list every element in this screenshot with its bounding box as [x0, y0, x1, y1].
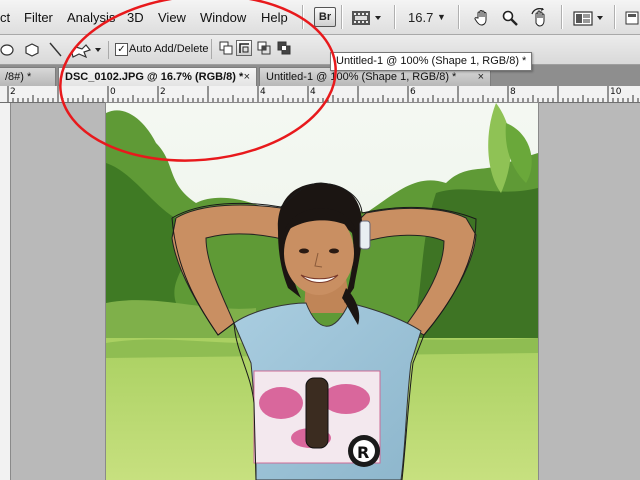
- auto-add-delete-checkbox[interactable]: ✓: [115, 43, 128, 56]
- intersect-shapes-icon: [257, 41, 271, 55]
- ruler-label: 8: [510, 87, 516, 97]
- horizontal-ruler[interactable]: [0, 86, 640, 103]
- menu-help[interactable]: Help: [261, 10, 288, 25]
- workspace-icon: [625, 11, 639, 25]
- rotate-view-button[interactable]: [526, 6, 554, 30]
- workspace-button[interactable]: [622, 6, 640, 30]
- tab-label: Untitled-1 @ 100% (Shape 1, RGB/8) *: [266, 71, 457, 83]
- screen-mode-icon: [573, 11, 603, 26]
- zoom-tool-button[interactable]: [498, 6, 522, 30]
- subtract-shapes-icon: [239, 43, 249, 53]
- tab-dsc-0102[interactable]: DSC_0102.JPG @ 16.7% (RGB/8) * ×: [58, 67, 257, 86]
- intersect-shapes-button[interactable]: [256, 40, 272, 56]
- menubar-separator: [561, 5, 563, 29]
- menu-analysis[interactable]: Analysis: [67, 10, 115, 25]
- exclude-shapes-icon: [277, 41, 291, 55]
- exclude-shapes-button[interactable]: [276, 40, 292, 56]
- menu-view[interactable]: View: [158, 10, 186, 25]
- ruler-label: 2: [160, 87, 166, 97]
- tab-label: /8#) *: [5, 71, 32, 83]
- document-tooltip: Untitled-1 @ 100% (Shape 1, RGB/8) *: [330, 52, 533, 71]
- tab-previous-document[interactable]: /8#) *: [0, 67, 56, 86]
- vertical-ruler[interactable]: [0, 103, 11, 480]
- ruler-label: 4: [310, 87, 316, 97]
- menubar-separator: [614, 5, 616, 29]
- ruler-label: 4: [260, 87, 266, 97]
- custom-shape-tool-icon: [71, 44, 92, 59]
- arrange-documents-button[interactable]: [348, 6, 386, 30]
- menubar-separator: [341, 5, 343, 29]
- auto-add-delete-label: Auto Add/Delete: [129, 43, 209, 55]
- hand-tool-button[interactable]: [470, 6, 494, 30]
- line-tool-icon: [49, 42, 62, 57]
- ruler-label: 10: [610, 87, 622, 97]
- menu-window[interactable]: Window: [200, 10, 246, 25]
- zoom-dropdown-caret[interactable]: ▼: [437, 12, 446, 22]
- tab-label: DSC_0102.JPG @ 16.7% (RGB/8) *: [65, 71, 244, 83]
- ruler-ticks: [7, 86, 639, 102]
- hand-tool-icon: [474, 10, 487, 26]
- menubar-separator: [458, 5, 460, 29]
- document-canvas[interactable]: R: [106, 103, 538, 480]
- ellipse-tool-icon: [0, 44, 14, 56]
- rotate-view-icon: [531, 8, 545, 27]
- photo-image: R: [106, 103, 538, 480]
- screen-mode-button[interactable]: [570, 6, 608, 30]
- options-bar: [0, 35, 640, 65]
- shape-tool-group: [0, 41, 109, 59]
- menu-bar: ct Filter Analysis 3D View Window Help B…: [0, 0, 640, 35]
- bridge-button[interactable]: Br: [314, 7, 336, 27]
- ruler-label: 6: [410, 87, 416, 97]
- combine-shapes-icon: [219, 41, 233, 55]
- zoom-level[interactable]: 16.7: [408, 10, 433, 25]
- ruler-label: 2: [10, 87, 16, 97]
- polygon-tool-icon: [25, 43, 39, 57]
- options-separator: [211, 39, 212, 59]
- menubar-separator: [394, 5, 396, 29]
- menu-select[interactable]: ct: [0, 10, 10, 25]
- ruler-label: 0: [110, 87, 116, 97]
- arrange-documents-icon: [352, 11, 381, 25]
- menu-3d[interactable]: 3D: [127, 10, 144, 25]
- combine-shapes-button[interactable]: [218, 40, 234, 56]
- tab-close-icon[interactable]: ×: [244, 68, 250, 86]
- subtract-shapes-button[interactable]: [236, 40, 252, 56]
- menu-filter[interactable]: Filter: [24, 10, 53, 25]
- zoom-tool-icon: [502, 10, 518, 26]
- svg-text:R: R: [357, 443, 369, 462]
- menubar-separator: [302, 5, 304, 29]
